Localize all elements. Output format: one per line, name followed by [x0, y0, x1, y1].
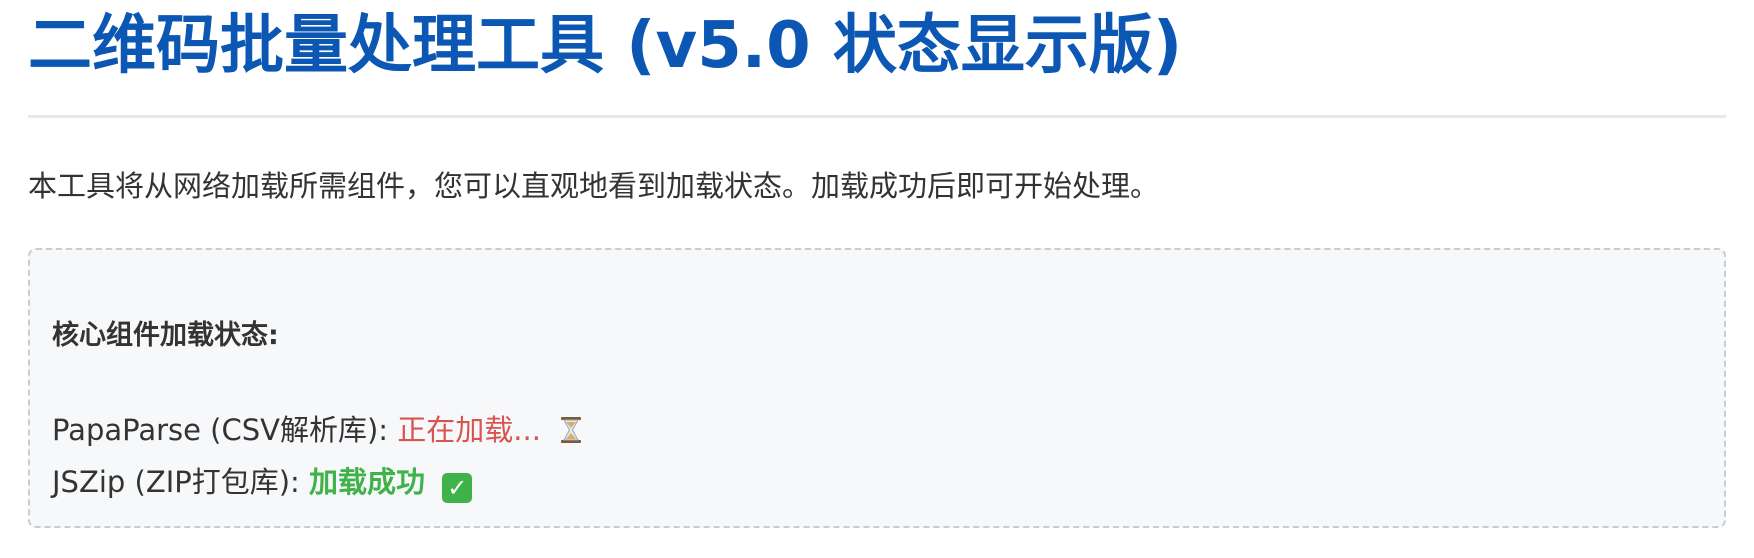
check-mark-icon: ✓: [442, 473, 473, 503]
page: 二维码批量处理工具 (v5.0 状态显示版) 本工具将从网络加载所需组件，您可以…: [0, 0, 1754, 558]
papaparse-label: PapaParse (CSV解析库):: [52, 413, 389, 447]
jszip-status-row: JSZip (ZIP打包库): 加载成功 ✓: [52, 462, 473, 503]
page-title: 二维码批量处理工具 (v5.0 状态显示版): [28, 9, 1183, 83]
papaparse-loading-status: 正在加载...: [397, 413, 541, 447]
component-status-panel: 核心组件加载状态: PapaParse (CSV解析库): 正在加载... JS…: [28, 248, 1726, 528]
jszip-success-status: 加载成功: [309, 465, 426, 499]
title-divider: [28, 115, 1726, 118]
papaparse-status-row: PapaParse (CSV解析库): 正在加载...: [52, 410, 582, 450]
intro-text: 本工具将从网络加载所需组件，您可以直观地看到加载状态。加载成功后即可开始处理。: [28, 169, 1160, 203]
status-panel-heading: 核心组件加载状态:: [52, 320, 279, 351]
hourglass-icon: [561, 417, 582, 443]
jszip-label: JSZip (ZIP打包库):: [52, 465, 300, 499]
